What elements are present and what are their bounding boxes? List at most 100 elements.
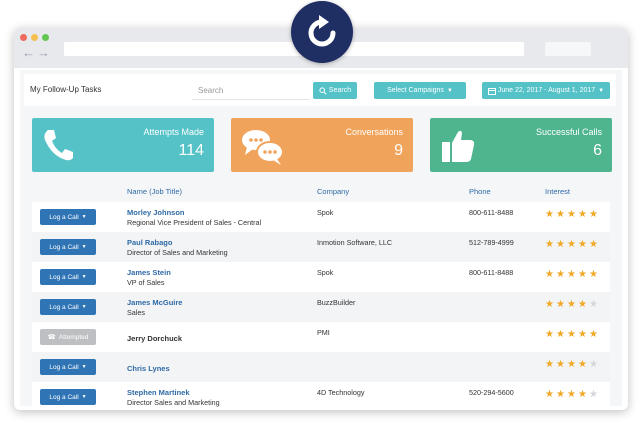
action-label: Log a Call [49, 303, 79, 311]
page-title: My Follow-Up Tasks [30, 85, 102, 94]
star-icon[interactable]: ★ [567, 210, 578, 220]
select-campaigns-button[interactable]: Select Campaigns ▼ [374, 82, 466, 99]
star-icon[interactable]: ★ [589, 210, 600, 220]
log-call-button[interactable]: Log a Call ▼ [40, 299, 96, 315]
header-phone[interactable]: Phone [469, 187, 491, 196]
log-call-button[interactable]: Log a Call ▼ [40, 359, 96, 375]
interest-rating[interactable]: ★ ★ ★ ★ ★ [545, 360, 600, 370]
reload-button[interactable] [291, 1, 353, 63]
attempted-button[interactable]: ☎ Attempted [40, 329, 96, 345]
star-icon[interactable]: ★ [589, 300, 600, 310]
contact-name[interactable]: Morley Johnson [127, 208, 185, 217]
search-button-label: Search [328, 87, 352, 94]
maximize-dot[interactable] [42, 34, 49, 41]
date-range-label: June 22, 2017 - August 1, 2017 [497, 87, 596, 94]
table-row: Log a Call ▼ Stephen Martinek Director Sale… [32, 382, 610, 410]
back-arrow-icon[interactable]: ← [22, 45, 37, 60]
header-interest[interactable]: Interest [545, 187, 570, 196]
contact-name[interactable]: Stephen Martinek [127, 388, 190, 397]
star-icon[interactable]: ★ [589, 270, 600, 280]
star-icon[interactable]: ★ [589, 330, 600, 340]
close-dot[interactable] [20, 34, 27, 41]
company-name: Inmotion Software, LLC [317, 238, 393, 247]
chat-bubbles-icon [242, 130, 284, 165]
star-icon[interactable]: ★ [578, 390, 589, 400]
table-row: Log a Call ▼ James McGuire Sales BuzzBuilder… [32, 292, 610, 322]
company-name: Spok [317, 268, 334, 277]
star-icon[interactable]: ★ [589, 240, 600, 250]
action-label: Log a Call [49, 213, 79, 221]
star-icon[interactable]: ★ [556, 390, 567, 400]
action-label: Attempted [58, 333, 89, 341]
search-input[interactable] [192, 82, 310, 100]
forward-arrow-icon[interactable]: → [37, 45, 52, 60]
star-icon[interactable]: ★ [545, 240, 556, 250]
interest-rating[interactable]: ★ ★ ★ ★ ★ [545, 210, 600, 220]
action-label: Log a Call [49, 273, 79, 281]
star-icon[interactable]: ★ [578, 360, 589, 370]
header-company[interactable]: Company [317, 187, 349, 196]
star-icon[interactable]: ★ [556, 330, 567, 340]
star-icon[interactable]: ★ [556, 360, 567, 370]
star-icon[interactable]: ★ [578, 270, 589, 280]
interest-rating[interactable]: ★ ★ ★ ★ ★ [545, 270, 600, 280]
star-icon[interactable]: ★ [567, 330, 578, 340]
star-icon[interactable]: ★ [589, 390, 600, 400]
log-call-button[interactable]: Log a Call ▼ [40, 209, 96, 225]
star-icon[interactable]: ★ [545, 390, 556, 400]
star-icon[interactable]: ★ [567, 270, 578, 280]
star-icon[interactable]: ★ [578, 330, 589, 340]
star-icon[interactable]: ★ [567, 240, 578, 250]
contact-name[interactable]: Chris Lynes [127, 364, 170, 373]
star-icon[interactable]: ★ [589, 360, 600, 370]
toolbar: My Follow-Up Tasks Search Select Campaig… [24, 74, 616, 106]
star-icon[interactable]: ★ [556, 210, 567, 220]
company-name: PMI [317, 328, 330, 337]
table-row: Log a Call ▼ Chris Lynes ★ ★ ★ ★ ★ [32, 352, 610, 382]
star-icon[interactable]: ★ [567, 360, 578, 370]
thumbs-up-icon [442, 130, 475, 162]
header-name[interactable]: Name (Job Title) [127, 187, 182, 196]
company-name: Spok [317, 208, 334, 217]
star-icon[interactable]: ★ [545, 300, 556, 310]
minimize-dot[interactable] [31, 34, 38, 41]
company-name: BuzzBuilder [317, 298, 356, 307]
app-content: My Follow-Up Tasks Search Select Campaig… [20, 70, 622, 410]
log-call-button[interactable]: Log a Call ▼ [40, 269, 96, 285]
interest-rating[interactable]: ★ ★ ★ ★ ★ [545, 240, 600, 250]
caret-down-icon: ▼ [81, 244, 87, 250]
star-icon[interactable]: ★ [545, 330, 556, 340]
nav-arrows: ←→ [22, 45, 52, 60]
contact-name[interactable]: James McGuire [127, 298, 182, 307]
table-row: ☎ Attempted Jerry Dorchuck PMI ★ ★ ★ ★ ★ [32, 322, 610, 352]
calendar-icon [487, 87, 496, 95]
star-icon[interactable]: ★ [578, 210, 589, 220]
log-call-button[interactable]: Log a Call ▼ [40, 239, 96, 255]
star-icon[interactable]: ★ [545, 360, 556, 370]
contact-name[interactable]: Paul Rabago [127, 238, 172, 247]
star-icon[interactable]: ★ [556, 270, 567, 280]
job-title: VP of Sales [127, 278, 165, 287]
interest-rating[interactable]: ★ ★ ★ ★ ★ [545, 300, 600, 310]
job-title: Director Sales and Marketing [127, 398, 220, 407]
star-icon[interactable]: ★ [578, 240, 589, 250]
star-icon[interactable]: ★ [578, 300, 589, 310]
search-button[interactable]: Search [313, 82, 357, 99]
star-icon[interactable]: ★ [545, 210, 556, 220]
phone-icon [44, 130, 73, 161]
star-icon[interactable]: ★ [556, 300, 567, 310]
interest-rating[interactable]: ★ ★ ★ ★ ★ [545, 390, 600, 400]
star-icon[interactable]: ★ [545, 270, 556, 280]
star-icon[interactable]: ★ [567, 390, 578, 400]
date-range-button[interactable]: June 22, 2017 - August 1, 2017 ▼ [482, 82, 610, 99]
star-icon[interactable]: ★ [567, 300, 578, 310]
contact-name[interactable]: James Stein [127, 268, 171, 277]
star-icon[interactable]: ★ [556, 240, 567, 250]
interest-rating[interactable]: ★ ★ ★ ★ ★ [545, 330, 600, 340]
stat-card-successful: Successful Calls 6 [430, 118, 612, 172]
phone-number: 512-789-4999 [469, 238, 514, 247]
browser-extension-area[interactable] [545, 42, 591, 56]
window-controls [20, 34, 49, 41]
log-call-button[interactable]: Log a Call ▼ [40, 389, 96, 405]
contact-name[interactable]: Jerry Dorchuck [127, 334, 182, 343]
